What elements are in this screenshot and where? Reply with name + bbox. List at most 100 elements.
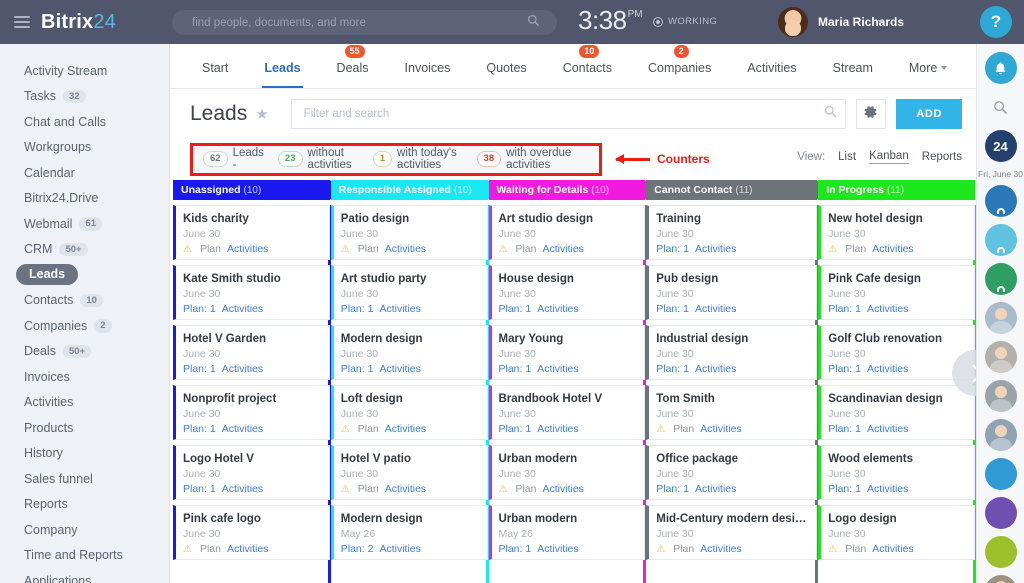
filter-search-input[interactable] [303,108,825,120]
kanban-card-plan[interactable]: Plan: 1 [499,363,532,375]
filter-search[interactable] [290,99,847,129]
kanban-card[interactable]: Patio design June 30 ⚠ Plan Activities [330,205,488,260]
sidebar-item-time-and-reports[interactable]: Time and Reports [0,543,169,569]
kanban-card[interactable]: Logo design June 30 ⚠ Plan Activities [818,505,975,560]
user-avatar[interactable] [778,7,808,37]
counters-box[interactable]: 62 Leads - 23 without activities 1 with … [190,142,602,176]
kanban-card[interactable]: Tom Smith June 30 ⚠ Plan Activities [646,385,818,440]
kanban-card[interactable]: Mid-Century modern design June 30 ⚠ Plan Act… [646,505,818,560]
kanban-card[interactable]: Kids charity June 30 ⚠ Plan Activities [173,205,330,260]
sidebar-item-chat-and-calls[interactable]: Chat and Calls [0,109,169,135]
kanban-card-plan[interactable]: Plan: 1 [499,303,532,315]
counter-overdue-activities[interactable]: 38 [476,151,502,167]
kanban-column-header[interactable]: Responsible Assigned (10) [330,180,497,200]
counter-total[interactable]: 62 [203,151,228,167]
sidebar-item-crm[interactable]: CRM 50+ [0,237,169,263]
kanban-card-activities-link[interactable]: Activities [872,243,913,255]
kanban-card[interactable]: Pink Cafe design June 30 Plan: 1 Activities [818,265,975,320]
kanban-card-activities-link[interactable]: Activities [222,423,263,435]
favorite-star-icon[interactable]: ★ [255,105,268,123]
kanban-card-activities-link[interactable]: Activities [537,423,578,435]
kanban-card-activities-link[interactable]: Activities [867,363,908,375]
kanban-card-plan[interactable]: Plan: 1 [341,303,374,315]
kanban-card-activities-link[interactable]: Activities [700,543,741,555]
kanban-card-plan[interactable]: Plan: 1 [656,483,689,495]
tab-invoices[interactable]: Invoices [393,61,463,88]
kanban-column-header[interactable]: Cannot Contact (11) [646,180,827,200]
kanban-card-plan[interactable]: Plan [673,423,694,435]
kanban-card-activities-link[interactable]: Activities [222,303,263,315]
kanban-card-activities-link[interactable]: Activities [867,303,908,315]
tab-leads[interactable]: Leads [252,61,312,88]
tab-quotes[interactable]: Quotes [474,61,538,88]
sidebar-item-webmail[interactable]: Webmail 61 [0,211,169,237]
kanban-card-plan[interactable]: Plan: 1 [499,423,532,435]
kanban-card-activities-link[interactable]: Activities [537,363,578,375]
avatar-woman-1[interactable] [984,341,1017,373]
kanban-card-plan[interactable]: Plan [515,243,536,255]
notifications-icon[interactable] [984,52,1017,84]
tab-contacts[interactable]: Contacts 10 [551,45,624,88]
kanban-card[interactable]: House design June 30 Plan: 1 Activities [488,265,646,320]
kanban-card-activities-link[interactable]: Activities [537,303,578,315]
tab-deals[interactable]: Deals 55 [325,45,381,88]
sidebar-item-products[interactable]: Products [0,415,169,441]
sidebar-item-calendar[interactable]: Calendar [0,160,169,186]
kanban-card[interactable]: Kate Smith studio June 30 Plan: 1 Activitie… [173,265,330,320]
kanban-card-plan[interactable]: Plan: 1 [828,303,861,315]
announce-icon-purple[interactable] [984,497,1017,529]
sidebar-item-company[interactable]: Company [0,517,169,543]
view-option-kanban[interactable]: Kanban [869,150,909,164]
kanban-card[interactable]: Nonprofit project June 30 Plan: 1 Activitie… [173,385,330,440]
lock-icon-cyan[interactable] [984,224,1017,256]
kanban-column-header[interactable]: In Progress (11) [818,180,975,200]
kanban-card-plan[interactable]: Plan [673,543,694,555]
sidebar-item-contacts[interactable]: Contacts 10 [0,288,169,314]
work-status[interactable]: WORKING [653,16,717,27]
kanban-card[interactable]: Industrial design June 30 Plan: 1 Activitie… [646,325,818,380]
sidebar-item-sales-funnel[interactable]: Sales funnel [0,466,169,492]
kanban-card-plan[interactable]: Plan: 1 [656,303,689,315]
tab-start[interactable]: Start [190,61,240,88]
kanban-card-plan[interactable]: Plan: 1 [656,363,689,375]
settings-button[interactable] [856,99,887,129]
kanban-card[interactable]: Art studio party June 30 Plan: 1 Activities [330,265,488,320]
kanban-card[interactable]: Pink cafe logo June 30 ⚠ Plan Activities [173,505,330,560]
view-option-list[interactable]: List [838,151,856,163]
kanban-card[interactable]: Pub design June 30 Plan: 1 Activities [646,265,818,320]
kanban-card[interactable]: Modern design June 30 Plan: 1 Activities [330,325,488,380]
kanban-card-activities-link[interactable]: Activities [385,483,426,495]
kanban-card[interactable]: Mary Young June 30 Plan: 1 Activities [488,325,646,380]
avatar-woman-2[interactable] [984,380,1017,412]
kanban-card-activities-link[interactable]: Activities [379,543,420,555]
kanban-column-header[interactable]: Waiting for Details (10) [488,180,655,200]
kanban-card-plan[interactable]: Plan: 1 [828,363,861,375]
kanban-card[interactable]: Urban modern June 30 ⚠ Plan Activities [488,445,646,500]
user-name[interactable]: Maria Richards [818,15,904,29]
avatar-woman-3[interactable] [984,575,1017,583]
kanban-card-plan[interactable]: Plan [200,243,221,255]
announce-icon-blue[interactable] [984,458,1017,490]
search-icon[interactable] [985,91,1017,123]
kanban-card[interactable]: Hotel V patio June 30 ⚠ Plan Activities [330,445,488,500]
kanban-card-activities-link[interactable]: Activities [542,243,583,255]
kanban-card-activities-link[interactable]: Activities [867,483,908,495]
tab-activities[interactable]: Activities [735,61,808,88]
view-option-reports[interactable]: Reports [922,151,962,163]
kanban-card-plan[interactable]: Plan: 1 [828,483,861,495]
kanban-card-plan[interactable]: Plan [845,243,866,255]
menu-toggle-icon[interactable] [14,16,30,28]
kanban-card[interactable]: Modern design May 26 Plan: 2 Activities [330,505,488,560]
tab-companies[interactable]: Companies 2 [636,45,723,88]
global-search-input[interactable] [172,16,527,29]
kanban-card-plan[interactable]: Plan [358,243,379,255]
kanban-card[interactable]: Loft design June 30 ⚠ Plan Activities [330,385,488,440]
tab-stream[interactable]: Stream [821,61,885,88]
kanban-card-activities-link[interactable]: Activities [537,543,578,555]
logo[interactable]: Bitrix24 [41,11,116,34]
kanban-card-plan[interactable]: Plan: 1 [499,543,532,555]
kanban-card-activities-link[interactable]: Activities [695,303,736,315]
kanban-card-activities-link[interactable]: Activities [867,423,908,435]
kanban-card-plan[interactable]: Plan [845,543,866,555]
sidebar-item-history[interactable]: History [0,441,169,467]
